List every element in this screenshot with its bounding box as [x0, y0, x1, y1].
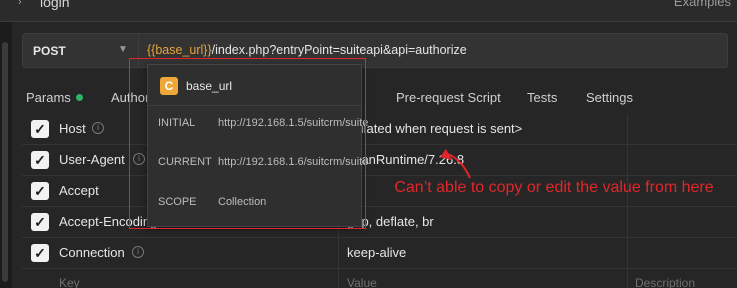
- header-value[interactable]: lculated when request is sent>: [347, 121, 522, 136]
- examples-link[interactable]: Examples: [674, 0, 731, 9]
- chevron-icon[interactable]: ›: [18, 0, 22, 8]
- variable-name: base_url: [186, 79, 233, 93]
- row-checkbox[interactable]: ✓: [31, 120, 49, 138]
- scope-label: SCOPE: [158, 196, 197, 208]
- table-row: ✓ Accept-Encoding g..p, deflate, br: [22, 207, 737, 238]
- scope-value: Collection: [218, 196, 267, 208]
- table-row: ✓ User-Agent i tmanRuntime/7.26.8: [22, 145, 737, 176]
- row-checkbox[interactable]: ✓: [31, 182, 49, 200]
- collection-badge: C: [160, 77, 178, 95]
- table-row-empty: Key Value Description: [22, 269, 737, 288]
- tab-pre-request-script[interactable]: Pre-request Script: [396, 90, 501, 105]
- header-key[interactable]: Accept: [59, 183, 99, 198]
- header-key[interactable]: User-Agent: [59, 152, 125, 167]
- tab-authorization[interactable]: Author: [111, 90, 149, 105]
- row-checkbox[interactable]: ✓: [31, 151, 49, 169]
- info-icon: i: [133, 153, 145, 165]
- request-title[interactable]: login: [40, 0, 70, 10]
- url-variable[interactable]: {{base_url}}: [147, 43, 212, 57]
- caret-down-icon[interactable]: ▼: [118, 44, 128, 55]
- url-input[interactable]: {{base_url}}/index.php?entryPoint=suitea…: [147, 43, 467, 57]
- headers-table: ✓ Host i lculated when request is sent> …: [22, 114, 737, 288]
- variable-popup: C base_url INITIAL http://192.168.1.5/su…: [147, 64, 369, 227]
- header-key[interactable]: Accept-Encoding: [59, 214, 157, 229]
- header-value[interactable]: keep-alive: [347, 245, 406, 260]
- table-row: ✓ Connection i keep-alive: [22, 238, 737, 269]
- scrollbar[interactable]: [0, 22, 12, 288]
- description-placeholder[interactable]: Description: [635, 276, 695, 288]
- current-label: CURRENT: [158, 156, 212, 168]
- divider: [148, 105, 361, 106]
- header-key[interactable]: Connection: [59, 245, 125, 260]
- scrollbar-thumb[interactable]: [2, 42, 8, 282]
- title-bar: › login Examples: [0, 0, 737, 22]
- url-path: /index.php?entryPoint=suiteapi&api=autho…: [211, 43, 467, 57]
- tab-params-label: Params: [26, 90, 71, 105]
- initial-value: http://192.168.1.5/suitcrm/suite: [218, 117, 369, 129]
- row-checkbox[interactable]: ✓: [31, 213, 49, 231]
- current-value: http://192.168.1.6/suitcrm/suite: [218, 156, 369, 168]
- tab-settings[interactable]: Settings: [586, 90, 633, 105]
- method-select[interactable]: POST: [33, 44, 66, 58]
- info-icon: i: [132, 246, 144, 258]
- annotation-text: Can’t able to copy or edit the value fro…: [394, 179, 714, 196]
- request-tabs: Params Author Pre-request Script Tests S…: [0, 82, 737, 114]
- key-placeholder[interactable]: Key: [59, 276, 80, 288]
- header-key[interactable]: Host: [59, 121, 86, 136]
- row-checkbox[interactable]: ✓: [31, 244, 49, 262]
- request-bar: POST ▼ {{base_url}}/index.php?entryPoint…: [22, 33, 728, 68]
- value-placeholder[interactable]: Value: [347, 276, 377, 288]
- info-icon: i: [92, 122, 104, 134]
- status-dot: [75, 94, 83, 102]
- initial-label: INITIAL: [158, 117, 196, 129]
- tab-tests[interactable]: Tests: [527, 90, 557, 105]
- table-row: ✓ Host i lculated when request is sent>: [22, 114, 737, 145]
- tab-params[interactable]: Params: [26, 90, 83, 105]
- divider: [138, 34, 139, 67]
